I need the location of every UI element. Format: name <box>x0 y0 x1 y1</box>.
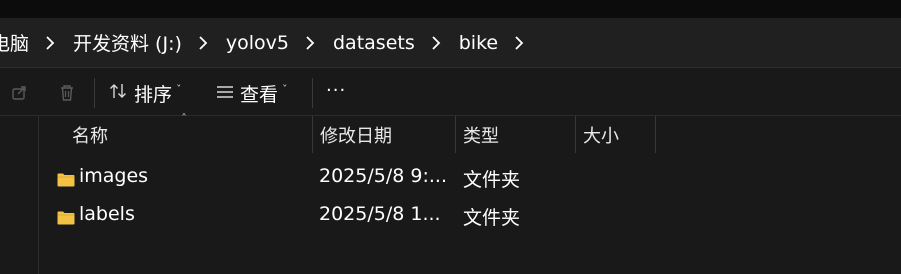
column-separator[interactable] <box>575 116 576 153</box>
toolbar-divider <box>312 78 313 108</box>
toolbar-divider <box>94 78 95 108</box>
file-name: labels <box>79 203 135 225</box>
chevron-right-icon[interactable] <box>299 33 321 53</box>
sort-ascending-icon: ˆ <box>181 112 187 126</box>
file-modified: 2025/5/8 1... <box>319 203 441 225</box>
file-row[interactable]: images 2025/5/8 9:... 文件夹 <box>39 158 901 196</box>
command-bar: 排序 ˇ 查看 ˇ ··· <box>0 68 901 116</box>
chevron-down-icon: ˇ <box>282 82 288 96</box>
file-type: 文件夹 <box>463 169 521 191</box>
file-explorer-window: 电脑 开发资料 (J:) yolov5 datasets bike 排序 ˇ 查… <box>0 0 901 274</box>
breadcrumb-item-bike[interactable]: bike <box>459 32 498 54</box>
sort-button[interactable]: 排序 ˇ <box>108 78 182 108</box>
share-icon[interactable] <box>9 82 31 104</box>
column-separator[interactable] <box>312 116 313 153</box>
column-header-row: ˆ 名称 修改日期 类型 大小 <box>39 112 901 154</box>
chevron-right-icon[interactable] <box>508 33 530 53</box>
file-modified: 2025/5/8 9:... <box>319 165 447 187</box>
file-name: images <box>79 165 149 187</box>
file-row[interactable]: labels 2025/5/8 1... 文件夹 <box>39 196 901 234</box>
sort-icon <box>108 82 128 105</box>
folder-icon <box>57 170 75 187</box>
navigation-pane[interactable] <box>0 116 39 274</box>
column-header-modified[interactable]: 修改日期 <box>320 122 392 148</box>
delete-icon[interactable] <box>56 82 78 104</box>
folder-icon <box>57 208 75 225</box>
chevron-right-icon[interactable] <box>39 33 61 53</box>
breadcrumb-item-pc[interactable]: 电脑 <box>0 29 29 56</box>
column-header-size[interactable]: 大小 <box>583 122 619 148</box>
column-separator[interactable] <box>455 116 456 153</box>
view-button[interactable]: 查看 ˇ <box>216 78 288 108</box>
column-header-name[interactable]: 名称 <box>72 122 108 148</box>
chevron-right-icon[interactable] <box>192 33 214 53</box>
view-label: 查看 <box>240 83 279 106</box>
title-strip <box>0 0 901 18</box>
file-type: 文件夹 <box>463 207 521 229</box>
address-bar[interactable]: 电脑 开发资料 (J:) yolov5 datasets bike <box>0 18 901 68</box>
breadcrumb-item-drive[interactable]: 开发资料 (J:) <box>73 29 182 56</box>
sort-label: 排序 <box>134 83 173 106</box>
chevron-right-icon[interactable] <box>425 33 447 53</box>
breadcrumb-item-yolov5[interactable]: yolov5 <box>226 32 289 54</box>
column-separator[interactable] <box>655 116 656 153</box>
view-icon <box>216 82 234 104</box>
breadcrumb-item-datasets[interactable]: datasets <box>333 32 415 54</box>
column-header-type[interactable]: 类型 <box>463 122 499 148</box>
chevron-down-icon: ˇ <box>176 82 182 96</box>
more-options-button[interactable]: ··· <box>326 80 346 101</box>
